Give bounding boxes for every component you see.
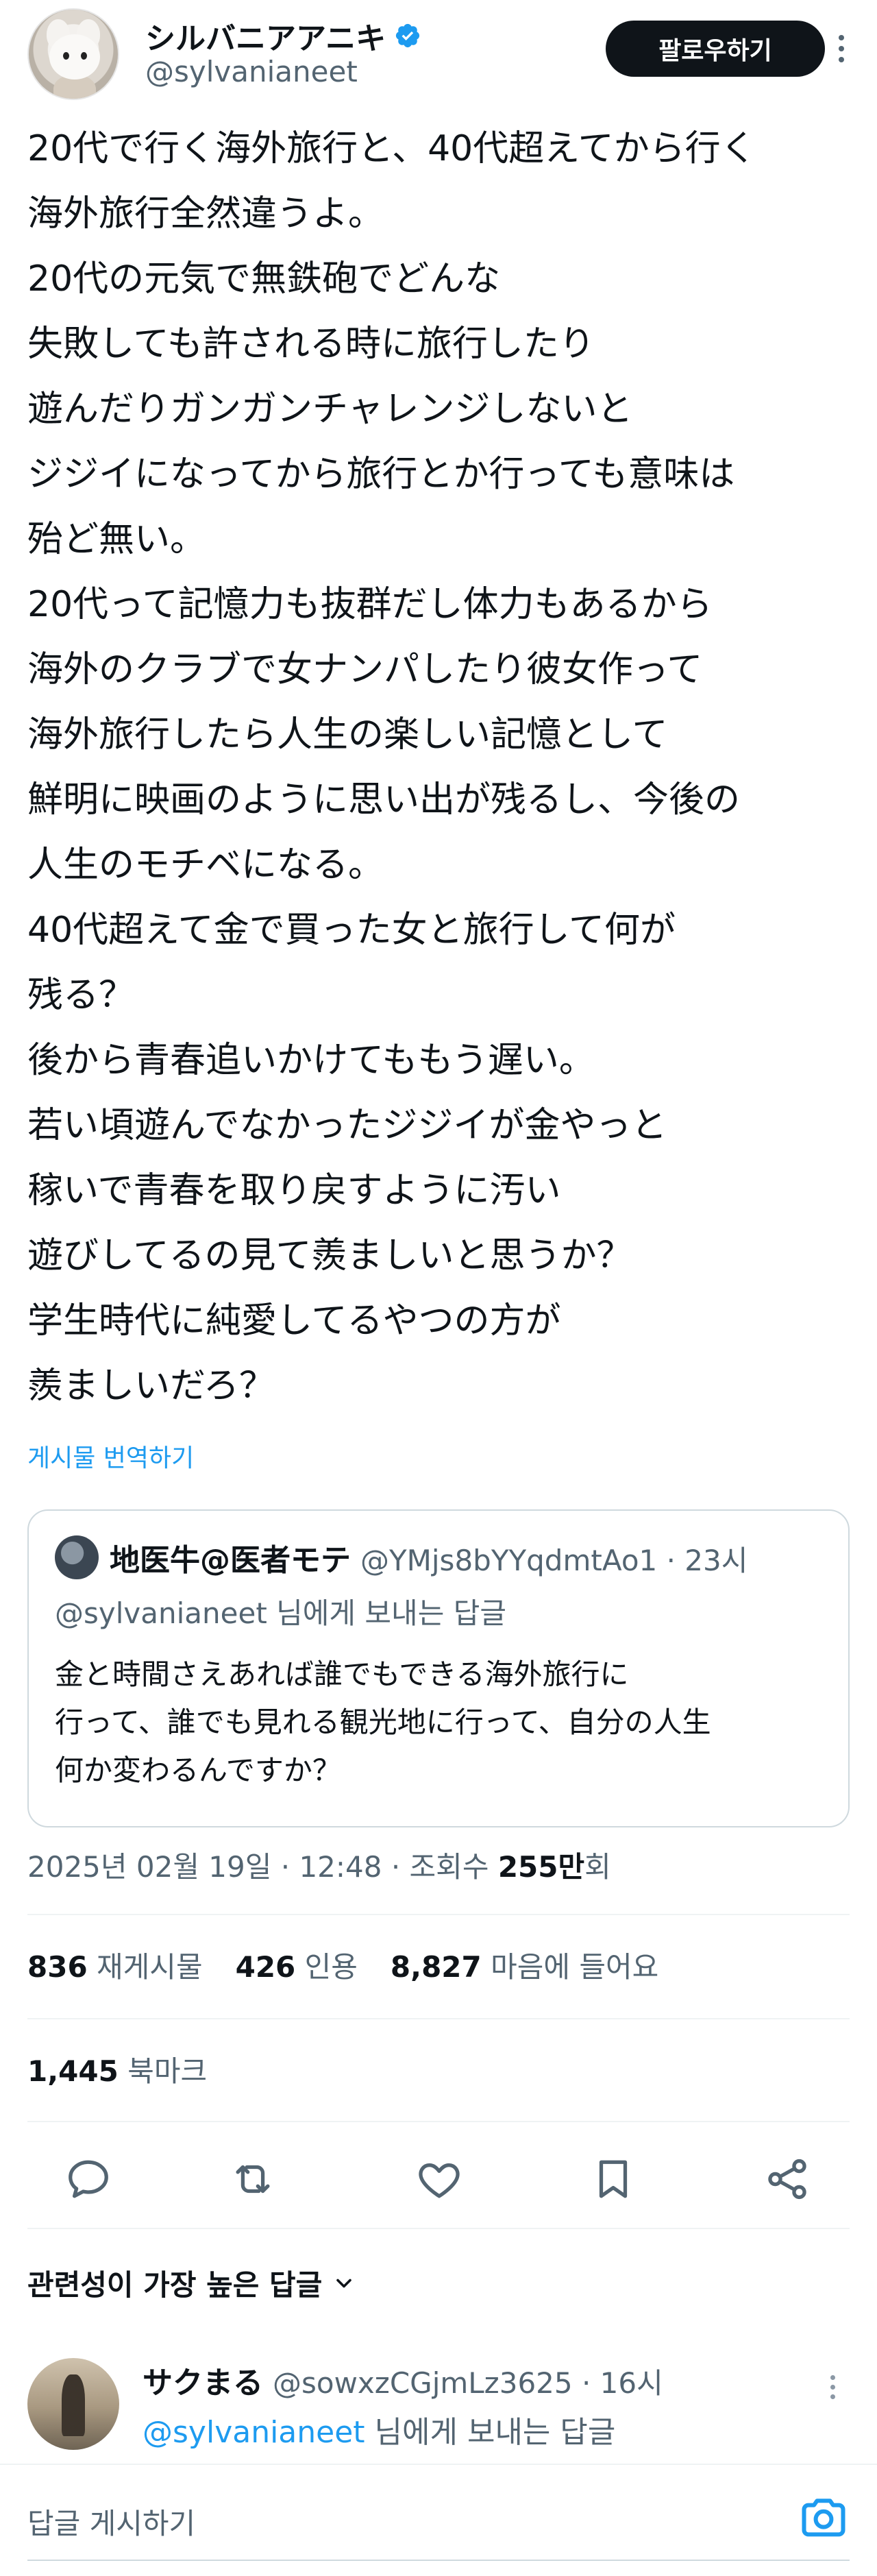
tweet-body: 20代で行く海外旅行と、40代超えてから行く 海外旅行全然違うよ。 20代の元気… — [27, 117, 856, 1419]
tweet-text-line: 後から青春追いかけてももう遅い。 — [27, 1040, 595, 1081]
reply-author-row: サクまる @sowxzCGjmLz3625 · 16시 — [143, 2358, 663, 2402]
more-dot — [830, 2374, 835, 2380]
tweet-text-line: 遊んだりガンガンチャレンジしないと — [27, 389, 633, 430]
author-display-name[interactable]: シルバニアアニキ — [145, 14, 386, 58]
reply-replying-mention[interactable]: @sylvanianeet — [143, 2415, 365, 2450]
more-dot — [830, 2394, 835, 2399]
tweet-text-line: 失敗しても許される時に旅行したり — [27, 324, 595, 365]
tweet-datetime[interactable]: 2025년 02월 19일 · 12:48 · 조회수 — [27, 1850, 498, 1884]
divider — [27, 1914, 850, 1915]
engagement-stats: 836 재게시물 426 인용 8,827 마음에 들어요 — [27, 1944, 658, 1986]
quoted-reply-card[interactable]: 地医牛@医者モテ @YMjs8bYYqdmtAo1 · 23시 @sylvani… — [27, 1509, 850, 1827]
quotes-label: 인용 — [304, 1950, 358, 1984]
quotes-stat[interactable]: 426 인용 — [236, 1944, 358, 1986]
quoted-text: 金と時間さえあれば誰でもできる海外旅行に 行って、誰でも見れる観光地に行って、自… — [55, 1651, 822, 1795]
author-name-row: シルバニアアニキ — [145, 14, 421, 58]
tweet-text-line: 殆ど無い。 — [27, 519, 206, 560]
reply-sort-label: 관련성이 가장 높은 답글 — [27, 2268, 323, 2302]
reposts-stat[interactable]: 836 재게시물 — [27, 1944, 203, 1986]
quoted-author-row: 地医牛@医者モテ @YMjs8bYYqdmtAo1 · 23시 — [110, 1535, 748, 1579]
author-avatar[interactable] — [27, 8, 119, 100]
more-dot — [839, 35, 844, 40]
tweet-header: シルバニアアニキ @sylvanianeet 팔로우하기 — [27, 8, 850, 111]
more-dot — [839, 57, 844, 62]
divider — [27, 2018, 850, 2019]
quoted-author-avatar[interactable] — [55, 1535, 99, 1579]
quoted-author-name[interactable]: 地医牛@医者モテ — [110, 1535, 351, 1579]
tweet-text-line: 40代超えて金で買った女と旅行して何が — [27, 910, 676, 951]
action-bar — [27, 2141, 850, 2210]
tweet-text-line: 海外のクラブで女ナンパしたり彼女作って — [27, 649, 703, 690]
more-options-icon[interactable] — [828, 25, 855, 73]
tweet-text-line: 稼いで青春を取り戻すように汚い — [27, 1170, 561, 1211]
likes-count: 8,827 — [390, 1950, 482, 1984]
follow-button[interactable]: 팔로우하기 — [606, 21, 825, 77]
repost-icon[interactable] — [229, 2155, 277, 2203]
reply-icon[interactable] — [64, 2155, 112, 2203]
bookmarks-count: 1,445 — [27, 2054, 119, 2088]
tweet-text-line: 20代って記憶力も抜群だし体力もあるから — [27, 584, 713, 625]
tweet-text-line: ジジイになってから旅行とか行っても意味は — [27, 454, 735, 495]
reply-replying-suffix: 님에게 보내는 답글 — [365, 2415, 616, 2450]
reposts-label: 재게시물 — [97, 1950, 203, 1984]
quoted-replying-mention[interactable]: @sylvanianeet — [55, 1596, 267, 1630]
tweet-text-line: 20代で行く海外旅行と、40代超えてから行く — [27, 128, 756, 169]
bookmark-icon[interactable] — [589, 2155, 637, 2203]
verified-badge-icon — [396, 23, 420, 48]
tweet-text-line: 若い頃遊んでなかったジジイが金やっと — [27, 1105, 667, 1146]
views-suffix: 회 — [584, 1850, 611, 1884]
more-dot — [839, 46, 844, 51]
reply-replying-to: @sylvanianeet 님에게 보내는 답글 — [143, 2407, 615, 2451]
avatar-eye-left — [63, 52, 69, 60]
tweet-text-line: 羨ましいだろ？ — [27, 1365, 275, 1407]
views-count: 255만 — [497, 1850, 585, 1884]
tweet-text-line: 人生のモチベになる。 — [27, 845, 384, 886]
likes-stat[interactable]: 8,827 마음에 들어요 — [391, 1944, 658, 1986]
reply-author-handle-time[interactable]: @sowxzCGjmLz3625 · 16시 — [273, 2360, 663, 2402]
quoted-replying-to: @sylvanianeet 님에게 보내는 답글 — [55, 1590, 506, 1632]
quoted-author-handle-time[interactable]: @YMjs8bYYqdmtAo1 · 23시 — [360, 1538, 748, 1579]
tweet-text-line: 残る？ — [27, 975, 135, 1016]
quotes-count: 426 — [235, 1950, 296, 1984]
more-dot — [830, 2384, 835, 2390]
quoted-text-line: 何か変わるんですか？ — [55, 1753, 341, 1787]
tweet-text-line: 20代の元気で無鉄砲でどんな — [27, 258, 501, 300]
reply-author-avatar[interactable] — [27, 2358, 119, 2450]
camera-icon[interactable] — [798, 2491, 850, 2543]
reply-composer: 답글 게시하기 — [0, 2464, 877, 2576]
bookmarks-stat[interactable]: 1,445 북마크 — [27, 2048, 207, 2090]
likes-label: 마음에 들어요 — [491, 1950, 659, 1984]
quoted-text-line: 行って、誰でも見れる観光地に行って、自分の人生 — [55, 1705, 711, 1739]
tweet-text-line: 鮮明に映画のように思い出が残るし、今後の — [27, 779, 741, 821]
quoted-text-line: 金と時間さえあれば誰でもできる海外旅行に — [55, 1657, 629, 1691]
quoted-replying-suffix: 님에게 보내는 답글 — [267, 1596, 506, 1630]
bookmarks-label: 북마크 — [127, 2054, 208, 2088]
reply-more-icon[interactable] — [822, 2366, 843, 2407]
tweet-text-line: 海外旅行全然違うよ。 — [27, 193, 384, 234]
chevron-down-icon — [336, 2279, 352, 2287]
share-icon[interactable] — [763, 2155, 811, 2203]
tweet-text-line: 学生時代に純愛してるやつの方が — [27, 1300, 561, 1341]
tweet-text-line: 海外旅行したら人生の楽しい記憶として — [27, 714, 668, 755]
avatar-eye-right — [81, 52, 87, 60]
tweet-meta: 2025년 02월 19일 · 12:48 · 조회수 255만회 — [27, 1844, 611, 1886]
avatar-face — [49, 34, 100, 80]
reposts-count: 836 — [27, 1950, 88, 1984]
avatar-statue — [62, 2374, 85, 2436]
divider — [27, 2228, 850, 2229]
tweet-text-line: 遊びしてるの見て羨ましいと思うか？ — [27, 1235, 632, 1276]
heart-icon[interactable] — [415, 2155, 463, 2203]
author-handle[interactable]: @sylvanianeet — [145, 55, 358, 88]
divider — [27, 2121, 850, 2122]
reply-author-name[interactable]: サクまる — [143, 2358, 263, 2402]
reply-input[interactable]: 답글 게시하기 — [27, 2501, 195, 2542]
composer-underline — [27, 2560, 850, 2561]
translate-post-link[interactable]: 게시물 번역하기 — [27, 1438, 194, 1474]
reply-sort-dropdown[interactable]: 관련성이 가장 높은 답글 — [27, 2262, 356, 2304]
